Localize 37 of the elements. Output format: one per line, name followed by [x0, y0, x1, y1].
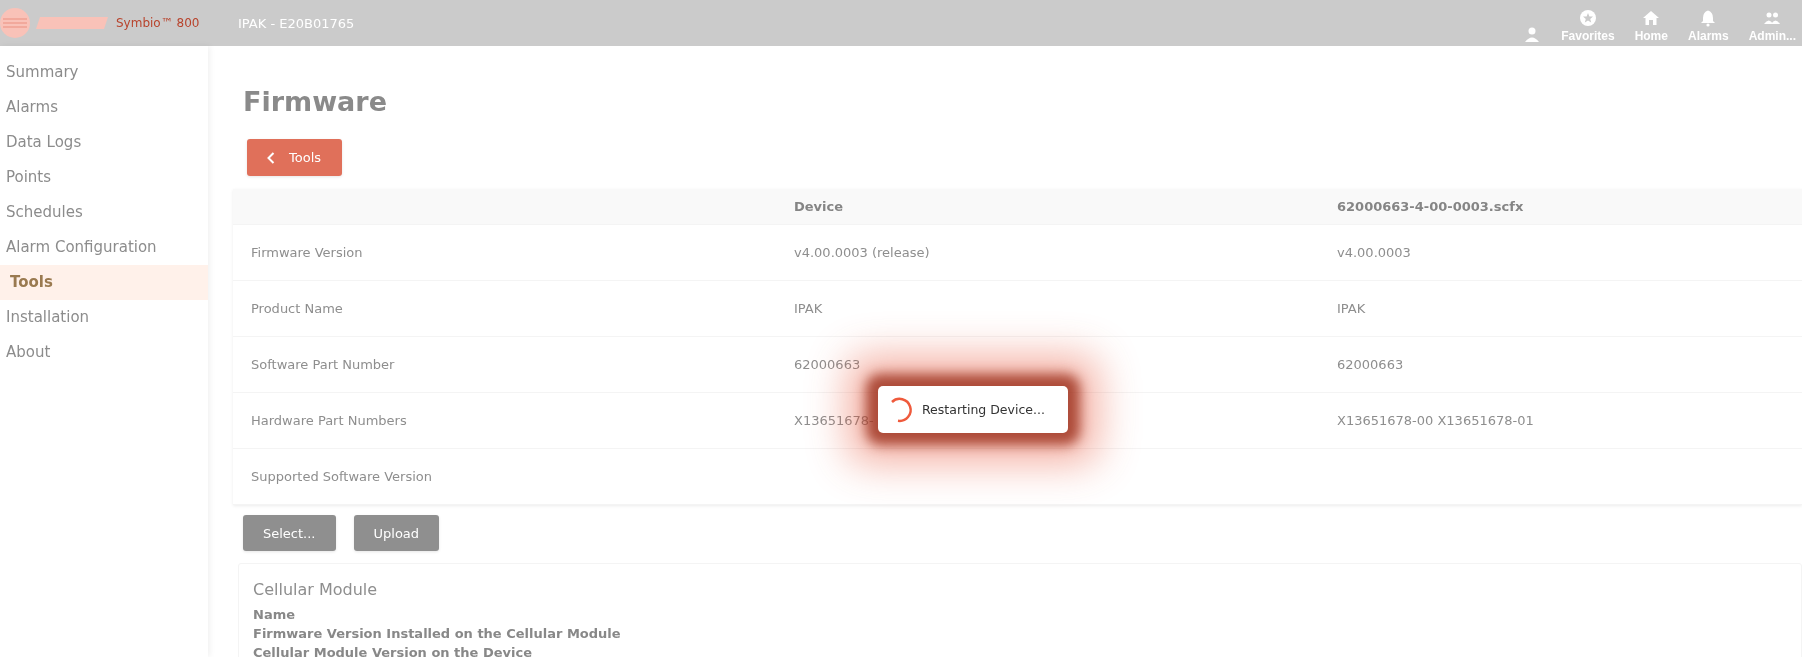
- back-button[interactable]: Tools: [247, 139, 342, 176]
- sidebar-item[interactable]: Tools: [0, 265, 208, 300]
- column-header: 62000663-4-00-0003.scfx: [1337, 199, 1524, 214]
- sidebar-item[interactable]: Alarm Configuration: [0, 230, 208, 265]
- sidebar-item[interactable]: Schedules: [0, 195, 208, 230]
- table-cell: Firmware Version: [251, 245, 363, 260]
- action-button[interactable]: Upload: [353, 515, 440, 551]
- table-cell: 62000663: [1337, 357, 1404, 372]
- card-title: Cellular Module: [253, 580, 379, 599]
- sidebar-item[interactable]: About: [0, 335, 208, 370]
- field-label: Cellular Module Version on the Device: [253, 644, 533, 657]
- product-name: Symbio™ 800: [116, 16, 200, 30]
- dialog-message: Restarting Device...: [922, 402, 1045, 417]
- table-cell: IPAK: [1337, 301, 1366, 316]
- table-cell: IPAK: [794, 301, 823, 316]
- table-cell: X13651678-00 X13651678-01: [1337, 413, 1534, 428]
- table-cell: 62000663: [794, 357, 861, 372]
- page-title: Firmware: [243, 86, 388, 117]
- table-cell: Software Part Number: [251, 357, 395, 372]
- field-label: Name: [253, 606, 296, 624]
- user-icon: [1523, 25, 1542, 43]
- table-cell: Supported Software Version: [251, 469, 433, 484]
- sidebar-item[interactable]: Summary: [0, 55, 208, 90]
- table-cell: Hardware Part Numbers: [251, 413, 407, 428]
- field-label: Firmware Version Installed on the Cellular Module: [253, 625, 622, 643]
- table-cell: Product Name: [251, 301, 343, 316]
- sidebar-item[interactable]: Data Logs: [0, 125, 208, 160]
- table-cell: v4.00.0003 (release): [794, 245, 930, 260]
- bell-icon: [1699, 9, 1718, 27]
- home-icon: [1642, 9, 1661, 27]
- sidebar-item[interactable]: Alarms: [0, 90, 208, 125]
- chevron-left-icon: [267, 151, 275, 164]
- action-button[interactable]: Select...: [243, 515, 336, 551]
- column-header: Device: [794, 199, 844, 214]
- table-cell: v4.00.0003: [1337, 245, 1411, 260]
- sidebar-item[interactable]: Installation: [0, 300, 208, 335]
- sidebar-item[interactable]: Points: [0, 160, 208, 195]
